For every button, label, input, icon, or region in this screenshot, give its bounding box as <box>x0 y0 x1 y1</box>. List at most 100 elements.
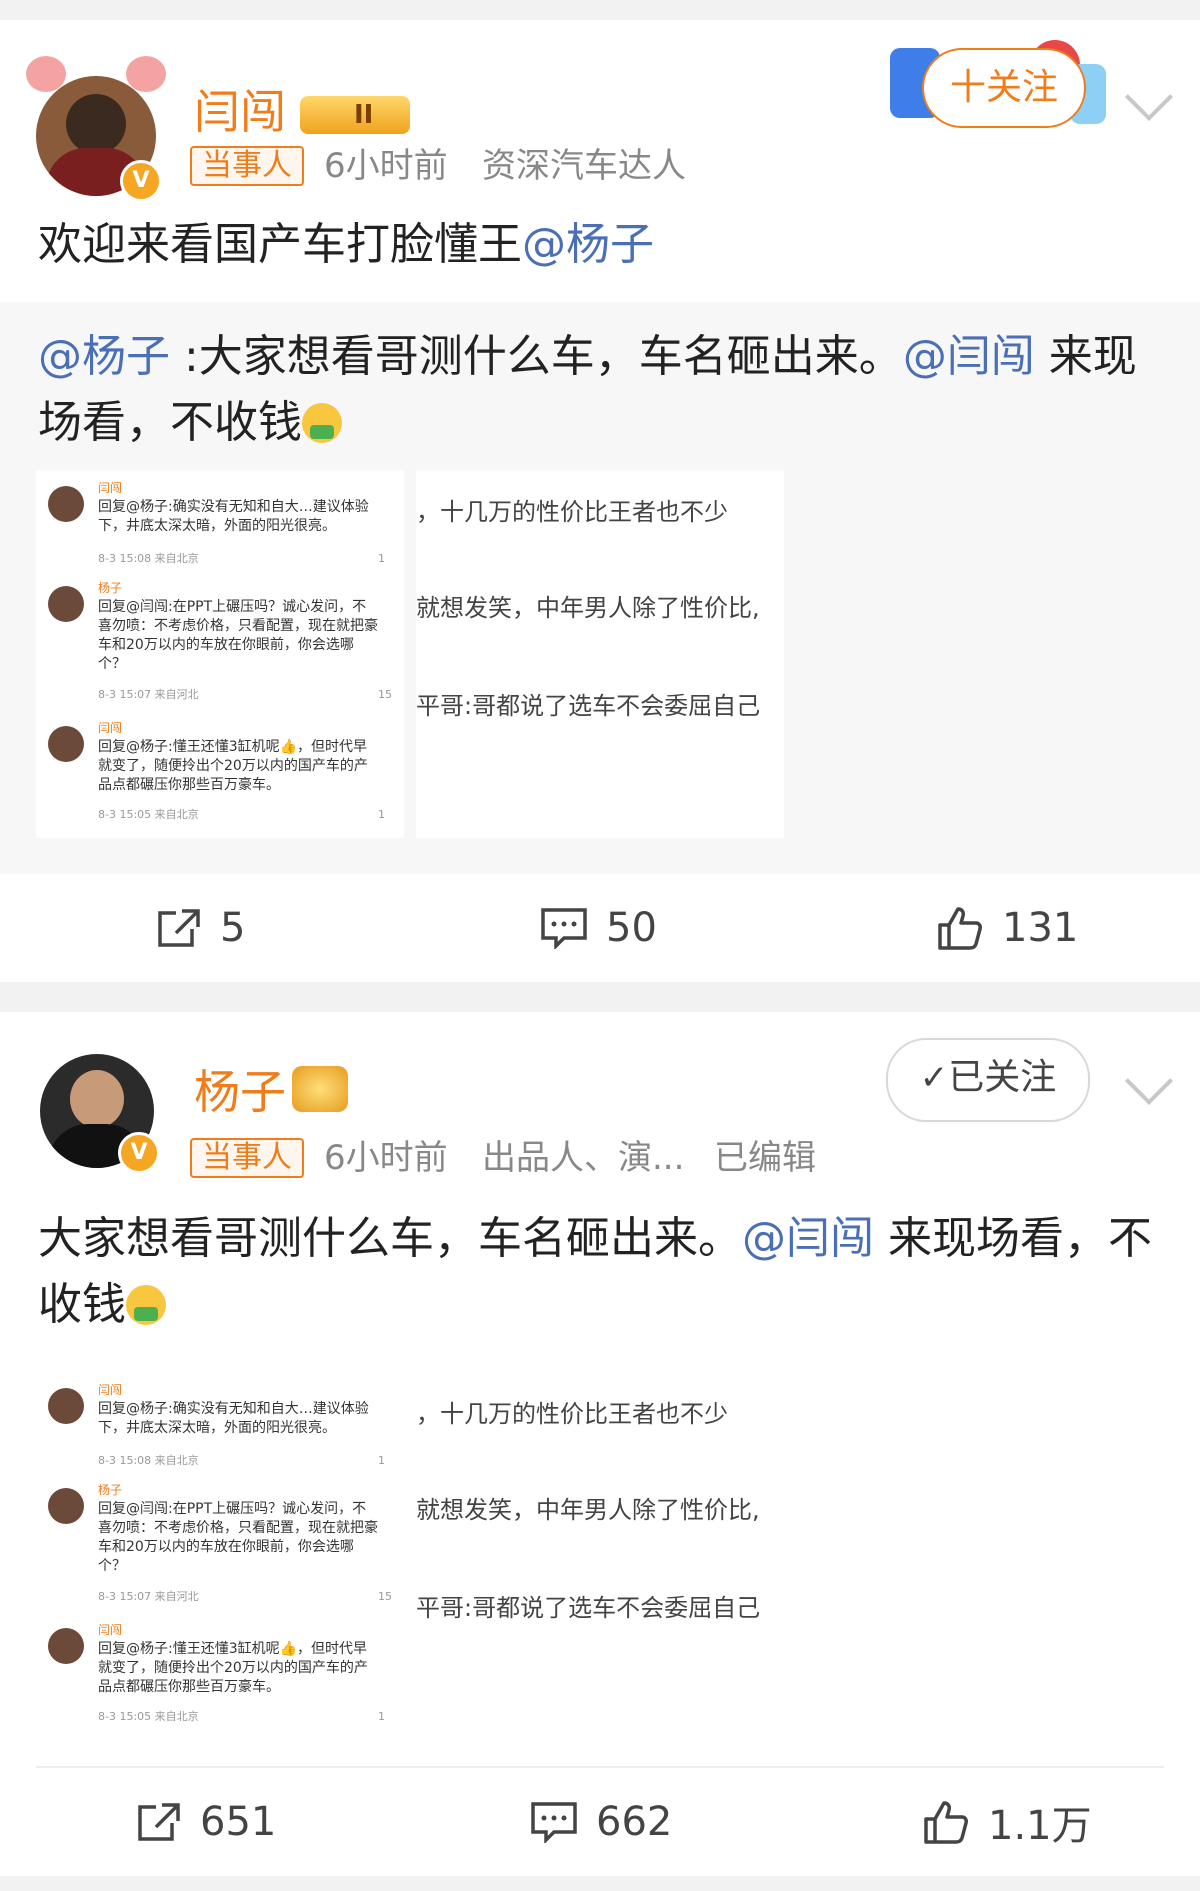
following-button[interactable]: ✓已关注 <box>886 1038 1090 1122</box>
repost-text: @杨子 :大家想看哥测什么车，车名砸出来。@闫闯 来现场看，不收钱 <box>38 324 1164 456</box>
share-count: 651 <box>200 1799 277 1845</box>
avatar <box>48 1628 84 1664</box>
chevron-down-icon[interactable] <box>1124 1056 1174 1106</box>
thumbs-up-icon <box>938 907 982 950</box>
avatar <box>48 486 84 522</box>
like-button[interactable]: 131 <box>936 874 1078 982</box>
comment-text: 回复@杨子:确实没有无知和自大…建议体验下，井底太深太暗，外面的阳光很亮。 <box>98 1401 369 1436</box>
party-tag: 当事人 <box>190 1138 304 1178</box>
repost-block[interactable]: @杨子 :大家想看哥测什么车，车名砸出来。@闫闯 来现场看，不收钱 闫闯 回复@… <box>0 302 1200 874</box>
post-time: 6小时前 <box>324 1138 448 1178</box>
comment-text: 回复@闫闯:在PPT上碾压吗？诚心发问，不喜勿喷：不考虑价格，只看配置，现在就把… <box>98 599 378 672</box>
edited-label: 已编辑 <box>714 1138 816 1178</box>
level-badge-label: II <box>354 100 374 130</box>
avatar <box>48 586 84 622</box>
emoji-icon <box>302 403 342 443</box>
comment-name: 杨子 <box>98 581 123 595</box>
comment-item: 闫闯 回复@杨子:懂王还懂3缸机呢👍，但时代早就变了，随便拎出个20万以内的国产… <box>48 720 398 830</box>
like-count: 1.1万 <box>988 1803 1092 1849</box>
verified-icon: V <box>118 1132 160 1174</box>
comment-meta: 8-3 15:05 来自北京 <box>98 1710 199 1723</box>
user-bio: 资深汽车达人 <box>482 146 686 186</box>
strip-line: 就想发笑，中年男人除了性价比, <box>416 594 760 622</box>
chevron-down-icon[interactable] <box>1124 72 1174 122</box>
post-card: V 闫闯 II 当事人 6小时前 资深汽车达人 十关注 欢迎来看国产车打脸懂王@… <box>0 20 1200 302</box>
comment-likes: 1 <box>378 552 385 565</box>
check-icon: ✓ <box>919 1058 949 1098</box>
post-body-text: 大家想看哥测什么车，车名砸出来。 <box>38 1213 742 1264</box>
crown-badge-icon <box>292 1066 348 1112</box>
post-body: 欢迎来看国产车打脸懂王@杨子 <box>38 212 1164 278</box>
comment-likes: 1 <box>378 808 385 821</box>
mention-link[interactable]: @闫闯 <box>742 1213 874 1264</box>
comment-item: 杨子 回复@闫闯:在PPT上碾压吗？诚心发问，不喜勿喷：不考虑价格，只看配置，现… <box>48 580 398 710</box>
comment-meta: 8-3 15:08 来自北京 <box>98 552 199 565</box>
verified-icon: V <box>120 160 162 202</box>
screenshot-image[interactable]: 闫闯 回复@杨子:确实没有无知和自大…建议体验下，井底太深太暗，外面的阳光很亮。… <box>36 1372 404 1740</box>
comment-text: 回复@闫闯:在PPT上碾压吗？诚心发问，不喜勿喷：不考虑价格，只看配置，现在就把… <box>98 1501 378 1574</box>
comment-name: 杨子 <box>98 1483 123 1497</box>
strip-line: 平哥:哥都说了选车不会委屈自己 <box>416 692 761 720</box>
strip-line: 就想发笑，中年男人除了性价比, <box>416 1496 760 1524</box>
action-bar: 651 662 1.1万 <box>0 1768 1200 1876</box>
mention-link[interactable]: @杨子 <box>38 331 170 382</box>
comment-likes: 1 <box>378 1710 385 1723</box>
ox-decoration-icon <box>26 46 166 96</box>
strip-line: ，十几万的性价比王者也不少 <box>416 498 728 526</box>
comment-name: 闫闯 <box>98 721 123 735</box>
share-count: 5 <box>220 905 246 951</box>
comment-text: 回复@杨子:懂王还懂3缸机呢👍，但时代早就变了，随便拎出个20万以内的国产车的产… <box>98 1641 368 1695</box>
post-time: 6小时前 <box>324 146 448 186</box>
username[interactable]: 闫闯 <box>194 82 286 142</box>
comment-item: 闫闯 回复@杨子:懂王还懂3缸机呢👍，但时代早就变了，随便拎出个20万以内的国产… <box>48 1622 398 1732</box>
emoji-icon <box>126 1285 166 1325</box>
comment-icon <box>531 1802 577 1843</box>
following-label: 已关注 <box>948 1057 1057 1098</box>
repost-text-part: :大家想看哥测什么车，车名砸出来。 <box>170 331 903 382</box>
comment-name: 闫闯 <box>98 1383 123 1397</box>
follow-button[interactable]: 十关注 <box>922 48 1086 128</box>
screenshot-image[interactable]: ，十几万的性价比王者也不少 就想发笑，中年男人除了性价比, 平哥:哥都说了选车不… <box>416 1372 784 1740</box>
comment-meta: 8-3 15:07 来自河北 <box>98 688 199 701</box>
comment-count: 50 <box>606 905 657 951</box>
action-bar: 5 50 131 <box>0 874 1200 982</box>
share-button[interactable]: 651 <box>136 1768 276 1876</box>
comment-item: 闫闯 回复@杨子:确实没有无知和自大…建议体验下，井底太深太暗，外面的阳光很亮。… <box>48 1382 398 1472</box>
share-icon <box>138 1803 180 1841</box>
comment-name: 闫闯 <box>98 481 123 495</box>
comment-meta: 8-3 15:08 来自北京 <box>98 1454 199 1467</box>
post-body-text: 欢迎来看国产车打脸懂王 <box>38 219 522 270</box>
party-tag: 当事人 <box>190 146 304 186</box>
share-icon <box>158 909 200 947</box>
comment-item: 杨子 回复@闫闯:在PPT上碾压吗？诚心发问，不喜勿喷：不考虑价格，只看配置，现… <box>48 1482 398 1612</box>
mention-link[interactable]: @杨子 <box>522 219 654 270</box>
mention-link[interactable]: @闫闯 <box>903 331 1035 382</box>
screenshot-image[interactable]: ，十几万的性价比王者也不少 就想发笑，中年男人除了性价比, 平哥:哥都说了选车不… <box>416 470 784 838</box>
like-button[interactable]: 1.1万 <box>922 1768 1092 1876</box>
comment-button[interactable]: 50 <box>540 874 657 982</box>
comment-button[interactable]: 662 <box>530 1768 672 1876</box>
comment-meta: 8-3 15:07 来自河北 <box>98 1590 199 1603</box>
post-card: V 杨子 当事人 6小时前 出品人、演... 已编辑 ✓已关注 大家想看哥测什么… <box>0 1012 1200 1876</box>
comment-text: 回复@杨子:确实没有无知和自大…建议体验下，井底太深太暗，外面的阳光很亮。 <box>98 499 369 534</box>
strip-line: ，十几万的性价比王者也不少 <box>416 1400 728 1428</box>
level-badge-icon: II <box>300 96 410 134</box>
comment-text: 回复@杨子:懂王还懂3缸机呢👍，但时代早就变了，随便拎出个20万以内的国产车的产… <box>98 739 368 793</box>
screenshot-image[interactable]: 闫闯 回复@杨子:确实没有无知和自大…建议体验下，井底太深太暗，外面的阳光很亮。… <box>36 470 404 838</box>
username[interactable]: 杨子 <box>194 1062 286 1122</box>
avatar <box>48 1488 84 1524</box>
comment-icon <box>541 908 587 949</box>
comment-likes: 15 <box>378 1590 392 1603</box>
avatar <box>48 1388 84 1424</box>
user-bio: 出品人、演... <box>482 1138 685 1178</box>
strip-line: 平哥:哥都说了选车不会委屈自己 <box>416 1594 761 1622</box>
post-body: 大家想看哥测什么车，车名砸出来。@闫闯 来现场看，不收钱 <box>38 1206 1164 1338</box>
comment-likes: 1 <box>378 1454 385 1467</box>
thumbs-up-icon <box>924 1801 968 1844</box>
avatar <box>48 726 84 762</box>
comment-item: 闫闯 回复@杨子:确实没有无知和自大…建议体验下，井底太深太暗，外面的阳光很亮。… <box>48 480 398 570</box>
comment-name: 闫闯 <box>98 1623 123 1637</box>
share-button[interactable]: 5 <box>156 874 245 982</box>
follow-label: 十关注 <box>949 67 1058 108</box>
like-count: 131 <box>1002 905 1079 951</box>
